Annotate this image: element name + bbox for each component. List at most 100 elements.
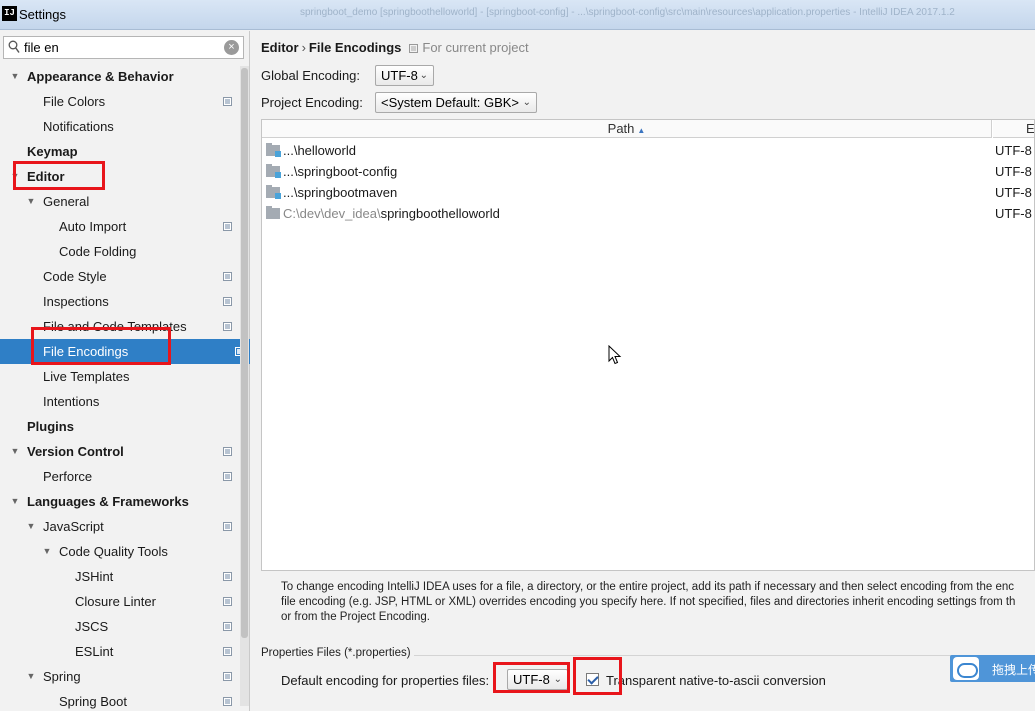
file-encodings-panel: Editor › File Encodings For current project… bbox=[251, 31, 1035, 711]
expand-arrow-icon[interactable]: ▼ bbox=[25, 664, 37, 689]
breadcrumb-current: File Encodings bbox=[308, 40, 402, 55]
sidebar-item-notifications[interactable]: Notifications bbox=[0, 114, 238, 139]
encoding-help-text: To change encoding IntelliJ IDEA uses fo… bbox=[281, 581, 1016, 623]
project-encoding-value: <System Default: GBK> bbox=[381, 95, 520, 110]
path-name: ...\helloworld bbox=[283, 143, 356, 158]
sidebar-item-jshint[interactable]: JSHint bbox=[0, 564, 238, 589]
sidebar-item-label: Closure Linter bbox=[75, 594, 156, 609]
expand-arrow-icon[interactable]: ▼ bbox=[9, 489, 21, 514]
project-scope-icon bbox=[223, 447, 232, 456]
properties-encoding-label: Default encoding for properties files: bbox=[281, 673, 490, 688]
sidebar-item-appearance-behavior[interactable]: ▼ Appearance & Behavior bbox=[0, 64, 238, 89]
row-path: C:\dev\dev_idea\springboothelloworld bbox=[283, 203, 500, 224]
baidu-upload-widget[interactable]: 拖拽上传 bbox=[950, 655, 1035, 682]
global-encoding-value: UTF-8 bbox=[381, 68, 418, 83]
sidebar-item-languages-frameworks[interactable]: ▼ Languages & Frameworks bbox=[0, 489, 238, 514]
highlight-file-encodings bbox=[31, 327, 171, 365]
sidebar-item-label: Spring bbox=[43, 669, 81, 684]
sidebar-item-intentions[interactable]: Intentions bbox=[0, 389, 238, 414]
sidebar-item-plugins[interactable]: Plugins bbox=[0, 414, 238, 439]
encoding-column-header[interactable]: Er bbox=[993, 120, 1034, 138]
background-window-title: springboot_demo [springboothelloworld] -… bbox=[300, 7, 955, 18]
sidebar-item-label: Intentions bbox=[43, 394, 100, 409]
project-scope-icon bbox=[223, 697, 232, 706]
sidebar-item-live-templates[interactable]: Live Templates bbox=[0, 364, 238, 389]
highlight-properties-encoding bbox=[493, 662, 570, 693]
expand-arrow-icon[interactable]: ▼ bbox=[25, 514, 37, 539]
breadcrumb: Editor › File Encodings For current project bbox=[261, 40, 529, 55]
breadcrumb-separator: › bbox=[301, 40, 306, 55]
table-row[interactable]: ...\helloworld UTF-8 bbox=[262, 140, 1034, 161]
module-folder-icon bbox=[266, 185, 281, 199]
sidebar-item-auto-import[interactable]: Auto Import bbox=[0, 214, 238, 239]
module-folder-icon bbox=[266, 164, 281, 178]
sidebar-item-spring-boot[interactable]: Spring Boot bbox=[0, 689, 238, 711]
expand-arrow-icon[interactable]: ▼ bbox=[9, 439, 21, 464]
sidebar-item-label: Code Quality Tools bbox=[59, 544, 168, 559]
sidebar-item-label: Perforce bbox=[43, 469, 93, 484]
sidebar-item-javascript[interactable]: ▼ JavaScript bbox=[0, 514, 238, 539]
sidebar-item-label: File Colors bbox=[43, 94, 106, 109]
expand-arrow-icon[interactable]: ▼ bbox=[41, 539, 53, 564]
mouse-cursor-icon bbox=[608, 345, 622, 365]
project-scope-icon bbox=[223, 572, 232, 581]
sidebar-item-closure-linter[interactable]: Closure Linter bbox=[0, 589, 238, 614]
search-input[interactable] bbox=[24, 39, 219, 56]
expand-arrow-icon[interactable]: ▼ bbox=[25, 189, 37, 214]
breadcrumb-scope: For current project bbox=[409, 40, 529, 55]
sidebar-scrollbar[interactable] bbox=[240, 66, 249, 706]
sidebar-scroll-thumb[interactable] bbox=[241, 68, 248, 638]
table-row[interactable]: C:\dev\dev_idea\springboothelloworld UTF-… bbox=[262, 203, 1034, 224]
path-prefix: C:\dev\dev_idea\ bbox=[283, 206, 381, 221]
row-encoding[interactable]: UTF-8 bbox=[995, 140, 1032, 161]
sidebar-item-label: JSHint bbox=[75, 569, 114, 584]
project-scope-icon bbox=[223, 597, 232, 606]
section-divider bbox=[414, 655, 1035, 656]
project-scope-icon bbox=[223, 97, 232, 106]
project-encoding-label: Project Encoding: bbox=[261, 95, 363, 110]
window-title: Settings bbox=[19, 7, 66, 22]
project-scope-icon bbox=[223, 622, 232, 631]
sidebar-item-file-colors[interactable]: File Colors bbox=[0, 89, 238, 114]
project-scope-icon bbox=[223, 297, 232, 306]
sidebar-item-perforce[interactable]: Perforce bbox=[0, 464, 238, 489]
path-name: ...\springboot-config bbox=[283, 164, 398, 179]
table-row[interactable]: ...\springboot-config UTF-8 bbox=[262, 161, 1034, 182]
sidebar-item-inspections[interactable]: Inspections bbox=[0, 289, 238, 314]
row-encoding[interactable]: UTF-8 bbox=[995, 161, 1032, 182]
sidebar-item-code-quality-tools[interactable]: ▼ Code Quality Tools bbox=[0, 539, 238, 564]
project-scope-icon bbox=[223, 272, 232, 281]
sidebar-item-eslint[interactable]: ESLint bbox=[0, 639, 238, 664]
sidebar-item-label: Spring Boot bbox=[59, 694, 127, 709]
sidebar-item-label: Inspections bbox=[43, 294, 109, 309]
project-encoding-select[interactable]: <System Default: GBK> ⌄ bbox=[375, 92, 537, 113]
cloud-icon bbox=[953, 657, 979, 680]
global-encoding-select[interactable]: UTF-8 ⌄ bbox=[375, 65, 434, 86]
sidebar-item-code-style[interactable]: Code Style bbox=[0, 264, 238, 289]
path-column-header[interactable]: Path ▲ bbox=[262, 120, 992, 138]
sidebar-item-label: JSCS bbox=[75, 619, 109, 634]
project-scope-icon bbox=[409, 44, 419, 53]
settings-search-box[interactable]: × bbox=[3, 36, 244, 59]
sidebar-item-label: Code Style bbox=[43, 269, 107, 284]
sidebar-item-label: Version Control bbox=[27, 444, 124, 459]
project-scope-icon bbox=[223, 222, 232, 231]
transparent-conversion-label[interactable]: Transparent native-to-ascii conversion bbox=[606, 673, 826, 688]
sidebar-item-jscs[interactable]: JSCS bbox=[0, 614, 238, 639]
project-scope-icon bbox=[223, 472, 232, 481]
expand-arrow-icon[interactable]: ▼ bbox=[9, 64, 21, 89]
table-row[interactable]: ...\springbootmaven UTF-8 bbox=[262, 182, 1034, 203]
row-path: ...\helloworld bbox=[283, 140, 356, 161]
row-encoding[interactable]: UTF-8 bbox=[995, 203, 1032, 224]
sidebar-item-general[interactable]: ▼ General bbox=[0, 189, 238, 214]
sidebar-item-code-folding[interactable]: Code Folding bbox=[0, 239, 238, 264]
row-encoding[interactable]: UTF-8 bbox=[995, 182, 1032, 203]
sidebar-item-label: Live Templates bbox=[43, 369, 130, 384]
sidebar-item-version-control[interactable]: ▼ Version Control bbox=[0, 439, 238, 464]
sidebar-item-label: Notifications bbox=[43, 119, 114, 134]
settings-sidebar: × ▼ Appearance & Behavior File Colors Notif… bbox=[0, 31, 250, 711]
project-scope-icon bbox=[223, 672, 232, 681]
clear-search-icon[interactable]: × bbox=[224, 40, 239, 55]
project-scope-icon bbox=[223, 322, 232, 331]
sidebar-item-spring[interactable]: ▼ Spring bbox=[0, 664, 238, 689]
